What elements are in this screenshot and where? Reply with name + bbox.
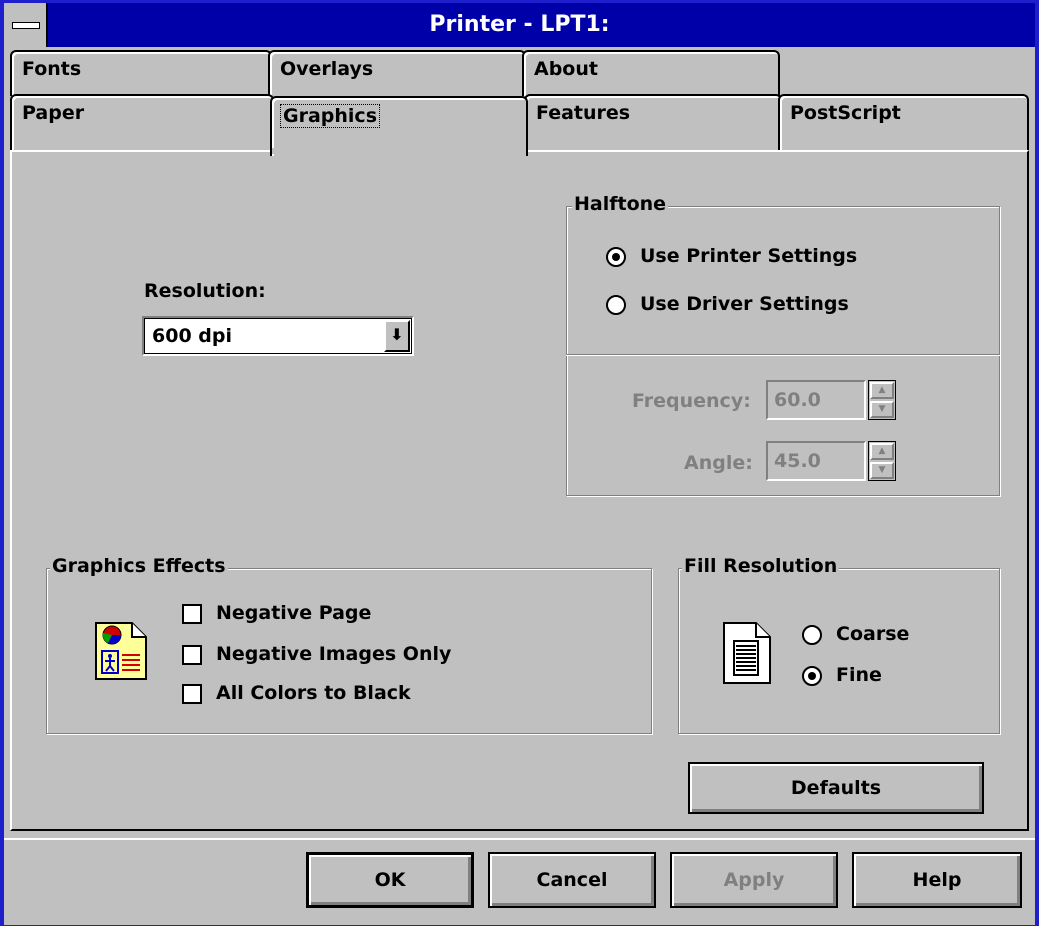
defaults-button[interactable]: Defaults [688, 762, 984, 814]
resolution-dropdown[interactable]: 600 dpi ⬇ [142, 316, 414, 356]
all-colors-to-black-label[interactable]: All Colors to Black [216, 682, 411, 704]
angle-field[interactable]: 45.0 [766, 441, 866, 481]
negative-page-label[interactable]: Negative Page [216, 602, 371, 624]
negative-images-only-checkbox[interactable] [182, 645, 202, 665]
graphics-effects-group-label: Graphics Effects [50, 555, 228, 577]
defaults-button-label: Defaults [790, 777, 882, 799]
angle-spinner-icon[interactable]: ▲ ▼ [868, 441, 896, 481]
frequency-field[interactable]: 60.0 [766, 380, 866, 420]
use-driver-settings-label[interactable]: Use Driver Settings [640, 293, 849, 315]
panel-content: Resolution: 600 dpi ⬇ Halftone Use Print… [0, 0, 1039, 926]
angle-label: Angle: [684, 452, 753, 474]
document-lines-icon [722, 621, 772, 685]
fill-resolution-group-label: Fill Resolution [682, 555, 840, 577]
graphics-page-icon [94, 621, 148, 681]
frequency-spinner-icon[interactable]: ▲ ▼ [868, 380, 896, 420]
frequency-label: Frequency: [632, 390, 751, 412]
fine-radio[interactable] [802, 666, 822, 686]
use-printer-settings-label[interactable]: Use Printer Settings [640, 245, 857, 267]
coarse-label[interactable]: Coarse [836, 623, 909, 645]
coarse-radio[interactable] [802, 625, 822, 645]
use-printer-settings-radio[interactable] [606, 247, 626, 267]
all-colors-to-black-checkbox[interactable] [182, 684, 202, 704]
fine-label[interactable]: Fine [836, 664, 882, 686]
frequency-value: 60.0 [774, 389, 821, 411]
resolution-label: Resolution: [144, 280, 266, 302]
angle-value: 45.0 [774, 450, 821, 472]
negative-images-only-label[interactable]: Negative Images Only [216, 643, 451, 665]
halftone-divider [566, 354, 1000, 355]
resolution-value: 600 dpi [152, 325, 232, 347]
dropdown-arrow-icon[interactable]: ⬇ [384, 320, 410, 352]
halftone-group-label: Halftone [572, 193, 669, 215]
use-driver-settings-radio[interactable] [606, 295, 626, 315]
negative-page-checkbox[interactable] [182, 604, 202, 624]
